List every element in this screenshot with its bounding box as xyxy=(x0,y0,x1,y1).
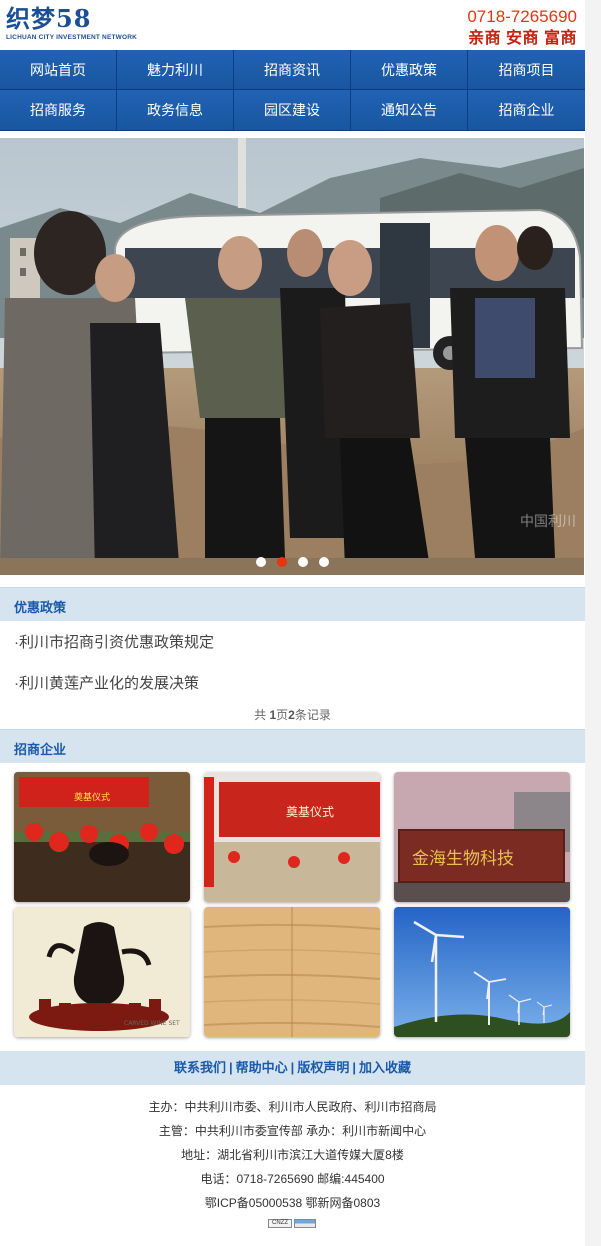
slide-dot-1[interactable] xyxy=(255,557,266,567)
enterprise-tile-4[interactable]: CARVED WINE SET xyxy=(14,907,190,1037)
slide-dot-4[interactable] xyxy=(318,557,329,567)
ceremony-photo-2: 奠基仪式 xyxy=(204,772,380,902)
banner-photo: 中国利川 xyxy=(0,138,584,575)
footer-icp[interactable]: 鄂ICP备05000538 鄂新网备0803 xyxy=(0,1191,585,1215)
enterprise-section-title[interactable]: 招商企业 xyxy=(14,739,66,758)
help-center-link[interactable]: 帮助中心 xyxy=(236,1060,288,1075)
nav-item-projects[interactable]: 招商项目 xyxy=(468,50,585,90)
main-nav: 网站首页 魅力利川 招商资讯 优惠政策 招商项目 招商服务 政务信息 园区建设 … xyxy=(0,50,585,131)
nav-item-park[interactable]: 园区建设 xyxy=(234,90,351,131)
tile-2-caption: 奠基仪式 xyxy=(286,804,334,819)
pager-prefix: 共 xyxy=(254,708,270,722)
nav-item-government[interactable]: 政务信息 xyxy=(117,90,234,131)
add-favorite-link[interactable]: 加入收藏 xyxy=(359,1060,411,1075)
stats-counter[interactable]: CNZZ xyxy=(268,1219,316,1228)
pager-records: 2 xyxy=(288,708,295,722)
logo-title: 织梦58 xyxy=(6,4,92,33)
enterprise-tile-6[interactable] xyxy=(394,907,570,1037)
banner-slideshow[interactable]: 中国利川 xyxy=(0,138,584,575)
pager-suffix: 条记录 xyxy=(294,708,331,722)
policy-list: ·利川市招商引资优惠政策规定 ·利川黄莲产业化的发展决策 xyxy=(0,624,585,706)
enterprise-tile-1[interactable]: 奠基仪式 xyxy=(14,772,190,902)
list-item[interactable]: ·利川黄莲产业化的发展决策 xyxy=(0,665,585,706)
nav-item-enterprises[interactable]: 招商企业 xyxy=(468,90,585,131)
cnzz-badge: CNZZ xyxy=(268,1219,292,1228)
banner-watermark: 中国利川 xyxy=(520,514,576,530)
jinhai-biotech-sign-photo: 金海生物科技 xyxy=(394,772,570,902)
footer-supervisor: 主管：中共利川市委宣传部 承办：利川市新闻中心 xyxy=(158,1124,427,1138)
enterprise-tile-3[interactable]: 金海生物科技 xyxy=(394,772,570,902)
enterprise-tile-2[interactable]: 奠基仪式 xyxy=(204,772,380,902)
tile-1-caption: 奠基仪式 xyxy=(74,791,110,803)
enterprise-grid: 奠基仪式 奠基仪式 金海生物科技 CARVED WINE SET xyxy=(14,772,570,1037)
slide-dot-3[interactable] xyxy=(297,557,308,567)
tile-3-caption: 金海生物科技 xyxy=(412,849,514,869)
footer-organizer: 主办：中共利川市委、利川市人民政府、利川市招商局 xyxy=(148,1100,437,1114)
pagination-info: 共 1页2条记录 xyxy=(0,706,585,723)
hotline-phone: 0718-7265690 xyxy=(467,7,577,26)
policy-section-header: 优惠政策 xyxy=(0,587,585,621)
site-logo[interactable]: 织梦58 LICHUAN CITY INVESTMENT NETWORK xyxy=(6,4,137,42)
pager-mid: 页 xyxy=(276,708,289,722)
slide-indicators xyxy=(0,557,584,567)
nav-item-charm[interactable]: 魅力利川 xyxy=(117,50,234,90)
site-footer: 主办：中共利川市委、利川市人民政府、利川市招商局 主管：中共利川市委宣传部 承办… xyxy=(0,1095,585,1215)
wood-flooring-photo xyxy=(204,907,380,1037)
header-slogan: 亲商 安商 富商 xyxy=(468,30,577,47)
enterprise-section-header: 招商企业 xyxy=(0,729,585,763)
footer-links: 联系我们 | 帮助中心 | 版权声明 | 加入收藏 xyxy=(0,1051,585,1085)
copyright-link[interactable]: 版权声明 xyxy=(297,1060,349,1075)
ceremony-photo-1: 奠基仪式 xyxy=(14,772,190,902)
contact-us-link[interactable]: 联系我们 xyxy=(174,1060,226,1075)
cnzz-bar-icon xyxy=(294,1219,316,1228)
site-header: 织梦58 LICHUAN CITY INVESTMENT NETWORK 071… xyxy=(0,0,585,50)
nav-item-policy[interactable]: 优惠政策 xyxy=(351,50,468,90)
footer-phone: 电话：0718-7265690 邮编:445400 xyxy=(200,1172,385,1186)
slide-dot-2[interactable] xyxy=(276,557,287,567)
logo-subtitle: LICHUAN CITY INVESTMENT NETWORK xyxy=(6,34,138,41)
tile-4-caption: CARVED WINE SET xyxy=(124,1020,180,1027)
wine-set-photo: CARVED WINE SET xyxy=(14,907,190,1037)
nav-item-home[interactable]: 网站首页 xyxy=(0,50,117,90)
page-right-margin xyxy=(585,0,601,1246)
wind-farm-photo xyxy=(394,907,570,1037)
nav-item-news[interactable]: 招商资讯 xyxy=(234,50,351,90)
list-item[interactable]: ·利川市招商引资优惠政策规定 xyxy=(0,624,585,665)
policy-section-title[interactable]: 优惠政策 xyxy=(14,597,66,616)
nav-item-services[interactable]: 招商服务 xyxy=(0,90,117,131)
enterprise-tile-5[interactable] xyxy=(204,907,380,1037)
header-contact: 0718-7265690 亲商 安商 富商 xyxy=(467,6,577,50)
nav-item-notices[interactable]: 通知公告 xyxy=(351,90,468,131)
footer-address: 地址：湖北省利川市滨江大道传媒大厦8楼 xyxy=(181,1148,404,1162)
